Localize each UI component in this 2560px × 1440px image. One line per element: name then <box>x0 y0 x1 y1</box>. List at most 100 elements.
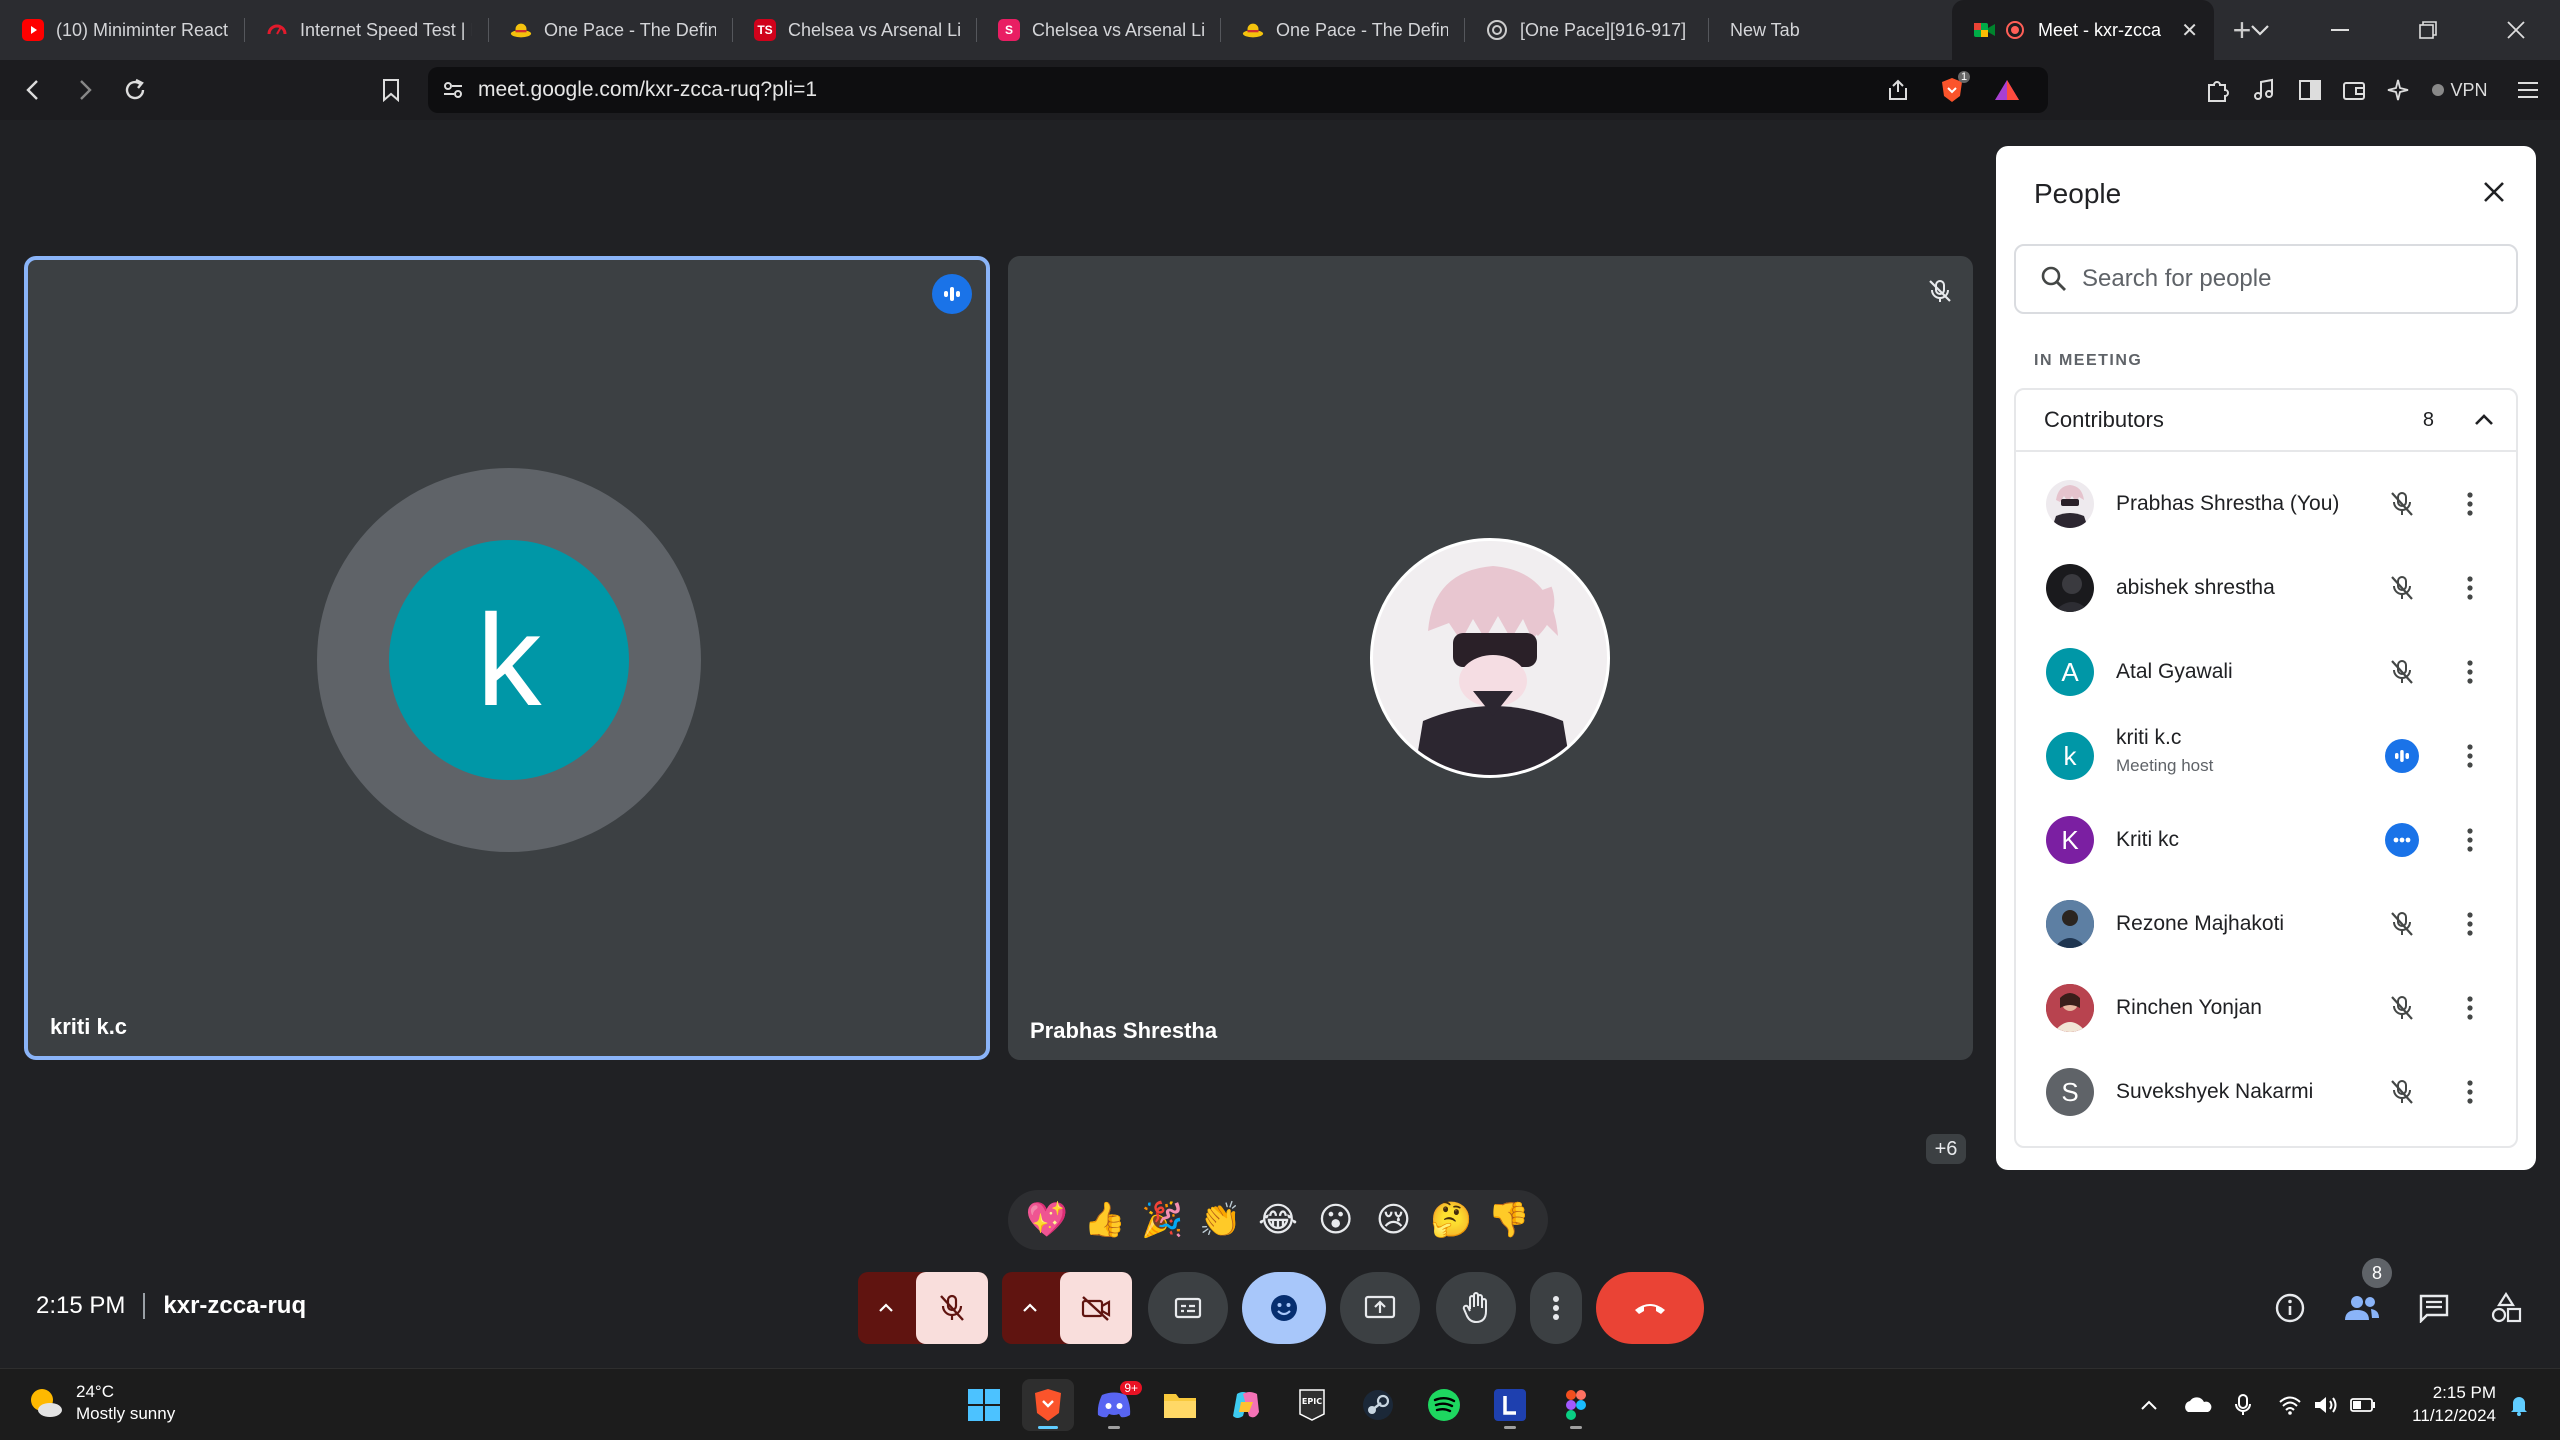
more-participants-badge[interactable]: +6 <box>1926 1134 1966 1164</box>
bookmark-icon[interactable] <box>372 71 410 109</box>
meeting-info-button[interactable] <box>2266 1284 2314 1332</box>
send-reaction-button[interactable] <box>1242 1272 1326 1344</box>
onedrive-icon[interactable] <box>2180 1389 2214 1421</box>
video-tile-kriti[interactable]: k kriti k.c <box>24 256 990 1060</box>
leave-call-button[interactable] <box>1596 1272 1704 1344</box>
party-reaction-button[interactable]: 🎉 <box>1136 1194 1188 1246</box>
present-screen-button[interactable] <box>1340 1272 1420 1344</box>
list-item[interactable]: S Suvekshyek Nakarmi <box>2016 1050 2516 1134</box>
people-icon <box>2345 1296 2379 1320</box>
heart-reaction-button[interactable]: 💖 <box>1021 1194 1073 1246</box>
taskbar-spotify[interactable] <box>1418 1379 1470 1431</box>
tab-close-icon[interactable]: ✕ <box>2181 18 2198 43</box>
tab-search-chevron-icon[interactable] <box>2224 0 2296 60</box>
chat-button[interactable] <box>2410 1284 2458 1332</box>
notifications-bell-icon[interactable] <box>2504 1389 2534 1421</box>
more-vert-icon[interactable] <box>2460 822 2480 858</box>
taskbar-file-explorer[interactable] <box>1154 1379 1206 1431</box>
video-settings-chevron-icon[interactable] <box>1002 1272 1058 1344</box>
surprised-reaction-button[interactable]: 😮 <box>1310 1194 1362 1246</box>
avatar: k <box>2046 732 2094 780</box>
volume-icon[interactable] <box>2312 1389 2340 1421</box>
tab-speedtest[interactable]: Internet Speed Test | F <box>244 0 488 60</box>
list-item[interactable]: Prabhas Shrestha (You) <box>2016 462 2516 546</box>
vpn-button[interactable]: VPN <box>2428 60 2492 120</box>
tab-chelsea-arsenal-1[interactable]: TS Chelsea vs Arsenal Liv <box>732 0 976 60</box>
show-hidden-icons-chevron-icon[interactable] <box>2134 1389 2164 1421</box>
microphone-in-use-icon[interactable] <box>2228 1389 2258 1421</box>
taskbar-steam[interactable] <box>1352 1379 1404 1431</box>
search-icon <box>2041 266 2066 291</box>
list-item[interactable]: Rezone Majhakoti <box>2016 882 2516 966</box>
video-tile-prabhas[interactable]: Prabhas Shrestha <box>1008 256 1973 1060</box>
tab-google-meet[interactable]: Meet - kxr-zcca ✕ <box>1952 0 2214 60</box>
contributors-header[interactable]: Contributors 8 <box>2016 390 2516 452</box>
share-icon[interactable] <box>1886 78 1910 102</box>
extensions-icon[interactable] <box>2198 60 2238 120</box>
close-window-button[interactable] <box>2472 0 2560 60</box>
tab-youtube[interactable]: (10) Miniminter React <box>0 0 244 60</box>
more-vert-icon[interactable] <box>2460 1074 2480 1110</box>
tab-new-tab[interactable]: New Tab <box>1708 0 1952 60</box>
taskbar-figma[interactable] <box>1550 1379 1602 1431</box>
reload-button[interactable] <box>116 71 154 109</box>
raise-hand-button[interactable] <box>1436 1272 1516 1344</box>
list-item[interactable]: abishek shrestha <box>2016 546 2516 630</box>
menu-icon[interactable] <box>2508 60 2548 120</box>
leo-ai-icon[interactable] <box>2378 60 2418 120</box>
more-vert-icon[interactable] <box>2460 570 2480 606</box>
tab-one-pace-2[interactable]: One Pace - The Definit <box>1220 0 1464 60</box>
list-item[interactable]: Rinchen Yonjan <box>2016 966 2516 1050</box>
laugh-reaction-button[interactable]: 😂 <box>1252 1194 1304 1246</box>
taskbar-l-app[interactable] <box>1484 1379 1536 1431</box>
wifi-icon[interactable] <box>2276 1389 2304 1421</box>
system-clock[interactable]: 2:15 PM 11/12/2024 <box>2400 1381 2496 1427</box>
taskbar-discord[interactable]: 9+ <box>1088 1379 1142 1431</box>
more-vert-icon[interactable] <box>2460 990 2480 1026</box>
thumbs-up-reaction-button[interactable]: 👍 <box>1079 1194 1131 1246</box>
people-button[interactable] <box>2338 1284 2386 1332</box>
tab-chelsea-arsenal-2[interactable]: S Chelsea vs Arsenal Liv <box>976 0 1220 60</box>
more-vert-icon[interactable] <box>2460 738 2480 774</box>
windows-start-button[interactable] <box>958 1379 1010 1431</box>
captions-button[interactable] <box>1148 1272 1228 1344</box>
sidebar-icon[interactable] <box>2290 60 2330 120</box>
close-panel-button[interactable] <box>2482 180 2506 209</box>
forward-button[interactable] <box>66 71 104 109</box>
weather-widget[interactable]: 24°C Mostly sunny <box>26 1381 175 1425</box>
taskbar-copilot[interactable] <box>1220 1379 1272 1431</box>
minimize-button[interactable] <box>2296 0 2384 60</box>
restore-button[interactable] <box>2384 0 2472 60</box>
audio-settings-chevron-icon[interactable] <box>858 1272 914 1344</box>
sad-reaction-button[interactable]: 😢 <box>1367 1194 1419 1246</box>
search-input[interactable] <box>2082 265 2482 293</box>
wallet-icon[interactable] <box>2334 60 2374 120</box>
address-bar[interactable]: meet.google.com/kxr-zcca-ruq?pli=1 1 <box>428 67 2048 113</box>
list-item[interactable]: K Kriti kc <box>2016 798 2516 882</box>
taskbar-epic-games[interactable]: EPIC <box>1286 1379 1338 1431</box>
activities-button[interactable] <box>2482 1284 2530 1332</box>
brave-rewards-icon[interactable] <box>1994 78 2020 102</box>
tab-one-pace-1[interactable]: One Pace - The Definit <box>488 0 732 60</box>
closed-captions-icon <box>1174 1297 1202 1319</box>
battery-icon[interactable] <box>2348 1389 2378 1421</box>
youtube-icon <box>22 19 44 41</box>
thinking-reaction-button[interactable]: 🤔 <box>1425 1194 1477 1246</box>
list-item[interactable]: A Atal Gyawali <box>2016 630 2516 714</box>
people-search[interactable] <box>2014 244 2518 314</box>
camera-toggle-button[interactable] <box>1060 1272 1132 1344</box>
thumbs-down-reaction-button[interactable]: 👎 <box>1483 1194 1535 1246</box>
taskbar-brave[interactable] <box>1022 1379 1074 1431</box>
list-item[interactable]: k kriti k.c Meeting host <box>2016 714 2516 798</box>
strawhat-icon <box>1242 19 1264 41</box>
site-settings-icon[interactable] <box>442 79 464 101</box>
media-icon[interactable] <box>2244 60 2284 120</box>
tab-one-pace-torrent[interactable]: [One Pace][916-917] <box>1464 0 1708 60</box>
more-vert-icon[interactable] <box>2460 486 2480 522</box>
back-button[interactable] <box>14 71 52 109</box>
more-vert-icon[interactable] <box>2460 906 2480 942</box>
clap-reaction-button[interactable]: 👏 <box>1194 1194 1246 1246</box>
more-options-button[interactable] <box>1530 1272 1582 1344</box>
microphone-toggle-button[interactable] <box>916 1272 988 1344</box>
more-vert-icon[interactable] <box>2460 654 2480 690</box>
